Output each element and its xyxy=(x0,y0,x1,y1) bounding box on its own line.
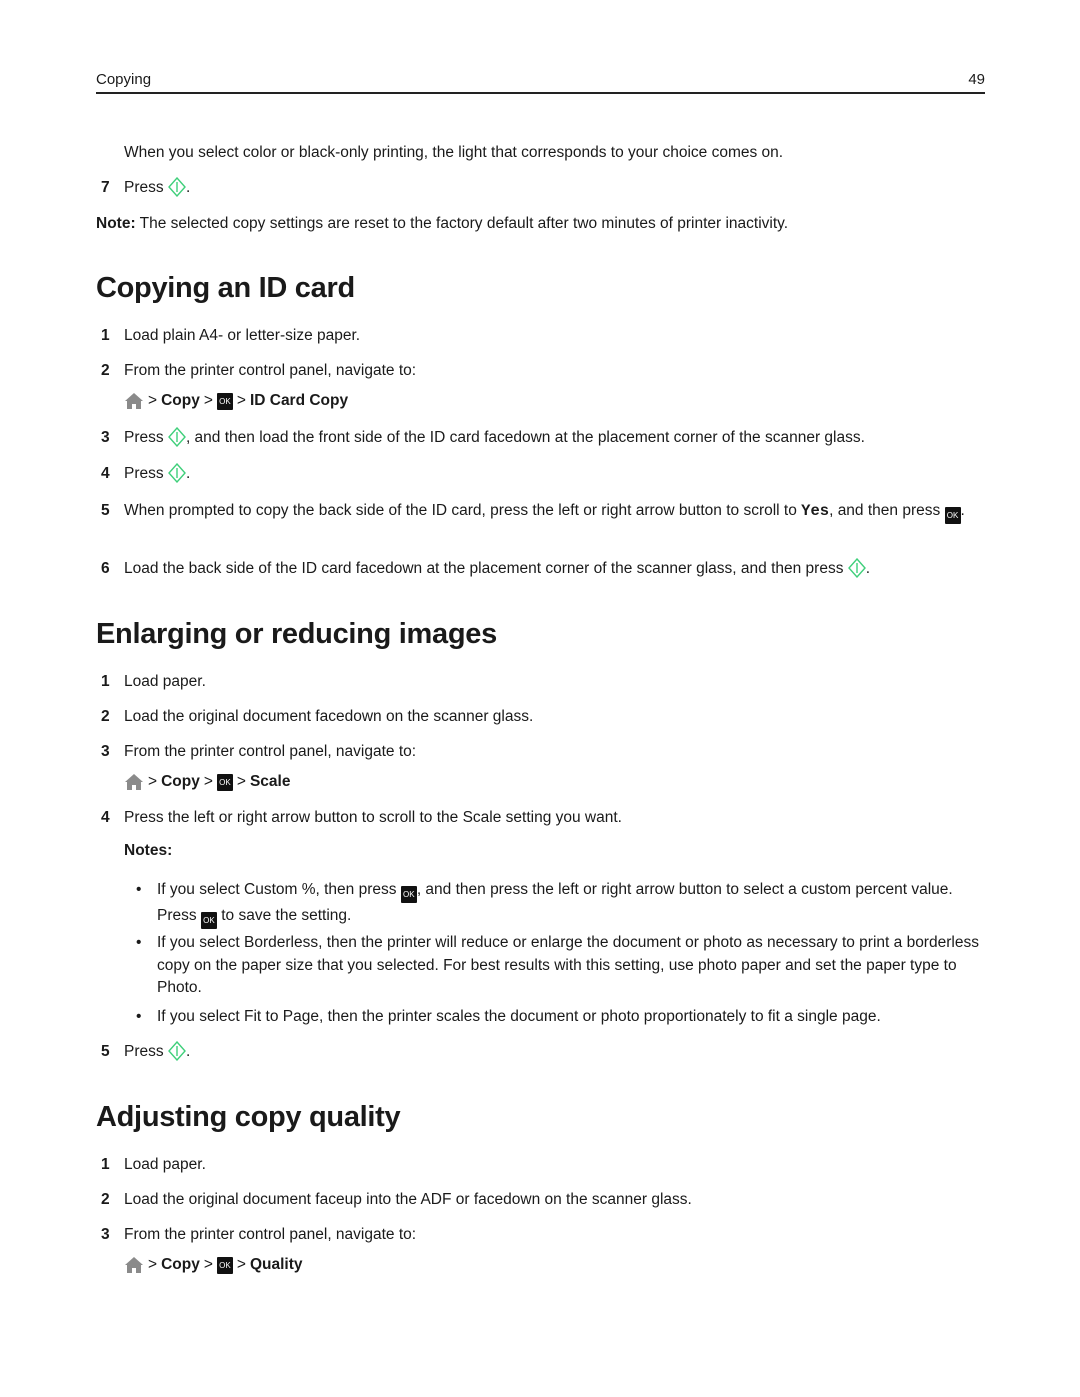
section-title: Copying xyxy=(96,71,152,88)
home-icon xyxy=(125,1257,143,1273)
scale-step-2: 2 Load the original document facedown on … xyxy=(101,708,534,725)
quality-step-1: 1 Load paper. xyxy=(101,1156,206,1173)
quality-step-2: 2 Load the original document faceup into … xyxy=(101,1191,692,1208)
id-step-5: 5 When prompted to copy the back side of… xyxy=(96,498,985,524)
path-copy: Copy xyxy=(161,392,200,409)
id-step-1: 1 Load plain A4- or letter-size paper. xyxy=(101,327,361,344)
menu-path-quality: > Copy > OK > Quality xyxy=(124,1256,302,1274)
heading-copying-id-card: Copying an ID card xyxy=(96,272,355,304)
note: Note: The selected copy settings are res… xyxy=(96,215,789,232)
ok-button-icon: OK xyxy=(400,886,417,903)
id-step-3: 3 Press , and then load the front side o… xyxy=(101,427,865,447)
menu-path-scale: > Copy > OK > Scale xyxy=(124,773,290,791)
page-header: Copying 49 xyxy=(96,70,985,94)
ok-button-icon: OK xyxy=(200,912,217,929)
heading-adjusting-quality: Adjusting copy quality xyxy=(96,1101,401,1133)
path-quality: Quality xyxy=(249,1256,303,1273)
path-id-card-copy: ID Card Copy xyxy=(249,392,349,409)
scale-step-5: 5 Press . xyxy=(101,1041,191,1061)
ok-button-icon: OK xyxy=(216,773,233,791)
path-scale: Scale xyxy=(249,773,291,790)
start-icon xyxy=(847,558,866,578)
page-number: 49 xyxy=(968,71,985,88)
scale-step-1: 1 Load paper. xyxy=(101,673,206,690)
start-icon xyxy=(168,427,186,447)
home-icon xyxy=(125,774,143,790)
scale-step-3: 3 From the printer control panel, navigat… xyxy=(101,743,417,760)
id-step-2: 2 From the printer control panel, navigat… xyxy=(101,362,417,379)
step-7: 7 Press . xyxy=(101,177,191,197)
ok-button-icon: OK xyxy=(944,507,961,524)
heading-enlarging-reducing: Enlarging or reducing images xyxy=(96,618,497,650)
home-icon xyxy=(125,393,143,409)
scale-step-4: 4 Press the left or right arrow button to… xyxy=(101,809,622,826)
menu-path-id-card: > Copy > OK > ID Card Copy xyxy=(124,392,348,410)
start-icon xyxy=(168,1041,186,1061)
note-bullet-custom: • If you select Custom %, then press OK,… xyxy=(136,877,986,929)
id-step-4: 4 Press . xyxy=(101,463,191,483)
start-icon xyxy=(168,463,186,483)
path-copy: Copy xyxy=(161,1256,200,1273)
note-bullet-fit-to-page: • If you select Fit to Page, then the pri… xyxy=(136,1008,881,1025)
continued-text: When you select color or black-only prin… xyxy=(124,144,784,161)
path-copy: Copy xyxy=(161,773,200,790)
notes-label: Notes: xyxy=(124,842,173,859)
ok-button-icon: OK xyxy=(216,392,233,410)
ok-button-icon: OK xyxy=(216,1256,233,1274)
quality-step-3: 3 From the printer control panel, navigat… xyxy=(101,1226,417,1243)
note-bullet-borderless: • If you select Borderless, then the prin… xyxy=(136,934,979,996)
id-step-6: 6 Load the back side of the ID card face… xyxy=(101,558,871,578)
start-icon xyxy=(168,177,186,197)
